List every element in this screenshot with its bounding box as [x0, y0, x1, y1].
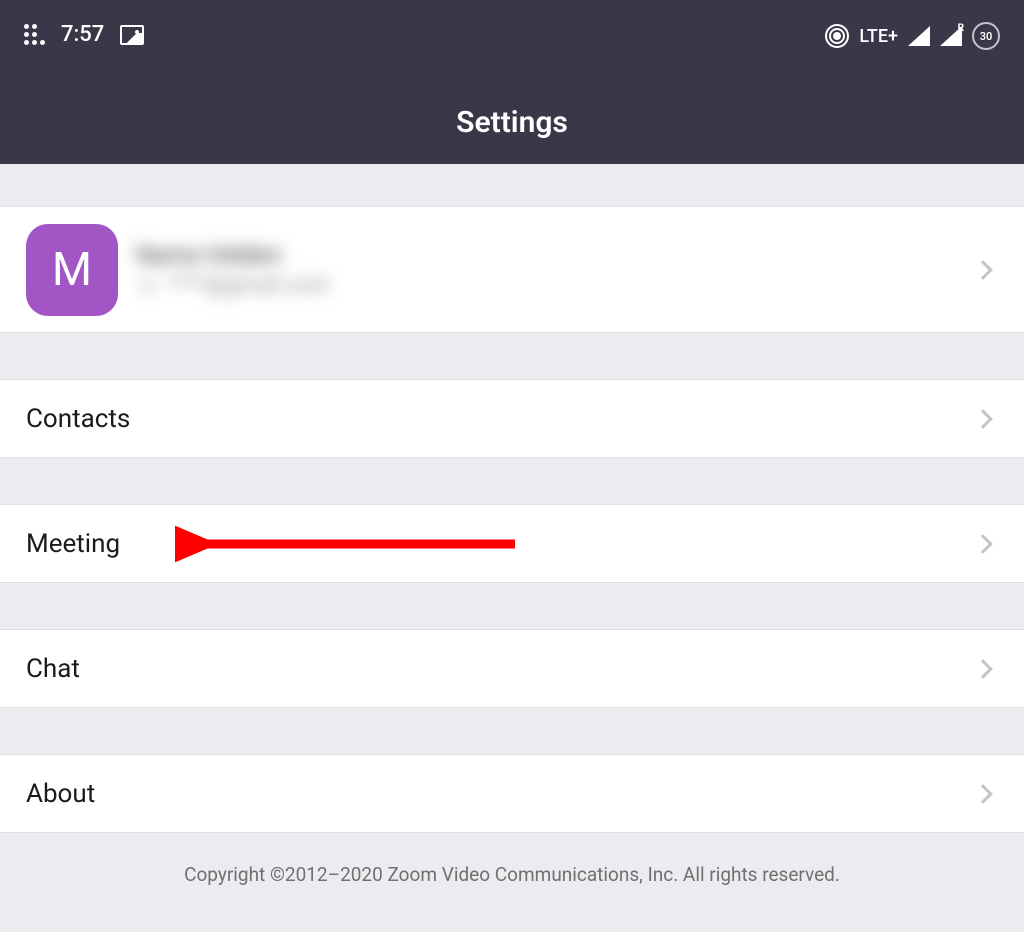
status-left: 7:57: [24, 22, 144, 47]
page-title: Settings: [456, 105, 568, 140]
chevron-right-icon: [973, 409, 993, 429]
profile-row[interactable]: M Name Hidden G ****@gmail.com: [0, 206, 1024, 333]
content: M Name Hidden G ****@gmail.com Contacts …: [0, 164, 1024, 916]
copyright-text: Copyright ©2012–2020 Zoom Video Communic…: [184, 863, 840, 886]
menu-label: About: [26, 779, 95, 809]
menu-label: Chat: [26, 654, 80, 684]
chevron-right-icon: [973, 659, 993, 679]
menu-item-about[interactable]: About: [0, 754, 1024, 833]
chevron-right-icon: [973, 260, 993, 280]
google-icon: G: [136, 274, 160, 298]
photo-icon: [120, 25, 144, 45]
menu-item-chat[interactable]: Chat: [0, 629, 1024, 708]
status-bar: 7:57 LTE+ R 30: [0, 0, 1024, 80]
signal-icon-1: [908, 26, 930, 46]
profile-name: Name Hidden: [136, 241, 329, 269]
network-label: LTE+: [859, 26, 898, 47]
status-time: 7:57: [61, 22, 104, 47]
profile-info: Name Hidden G ****@gmail.com: [136, 241, 329, 298]
signal-icon-2: R: [940, 26, 962, 46]
menu-item-contacts[interactable]: Contacts: [0, 379, 1024, 458]
avatar: M: [26, 224, 118, 316]
hotspot-icon: [825, 24, 849, 48]
menu-item-meeting[interactable]: Meeting: [0, 504, 1024, 583]
menu-label: Contacts: [26, 404, 130, 434]
status-right: LTE+ R 30: [825, 22, 1000, 50]
battery-icon: 30: [972, 22, 1000, 50]
profile-email: G ****@gmail.com: [136, 273, 329, 298]
chevron-right-icon: [973, 534, 993, 554]
header: Settings: [0, 80, 1024, 164]
menu-label: Meeting: [26, 529, 120, 559]
chevron-right-icon: [973, 784, 993, 804]
footer: Copyright ©2012–2020 Zoom Video Communic…: [0, 833, 1024, 916]
blackberry-icon: [24, 24, 45, 45]
